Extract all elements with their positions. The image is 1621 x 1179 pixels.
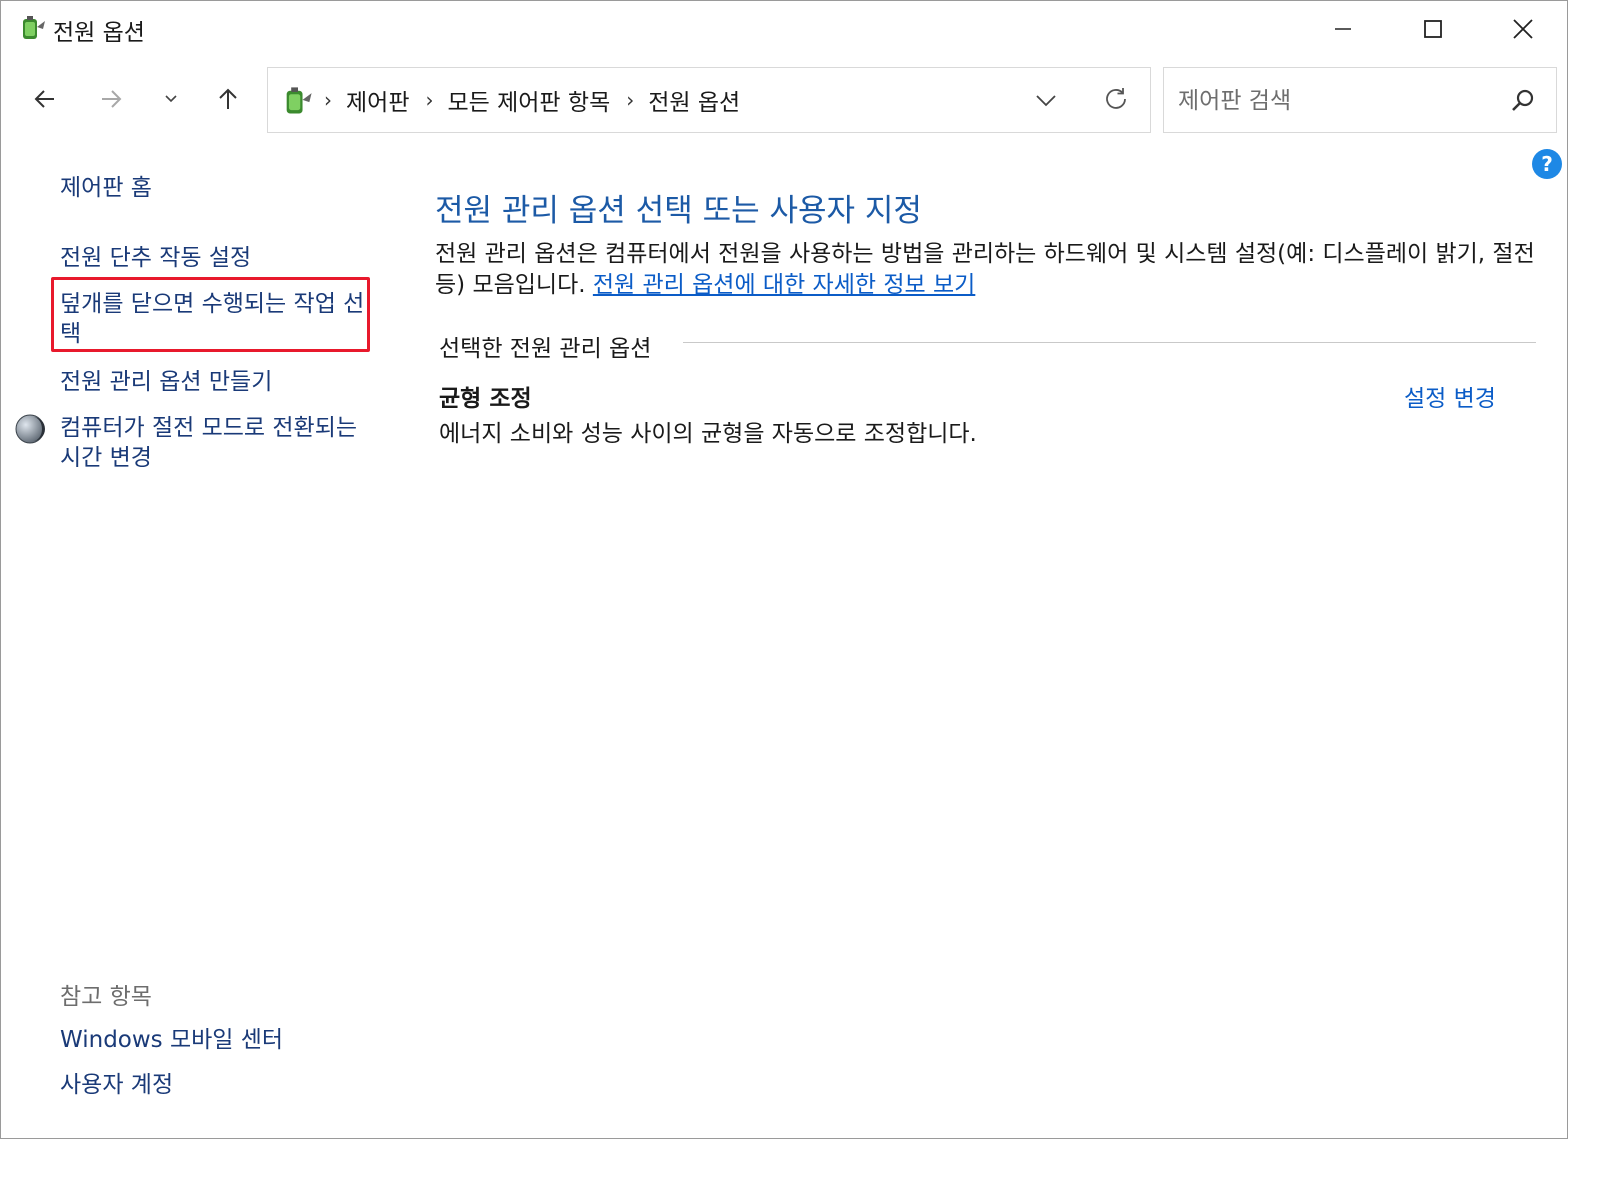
power-plan-info-link[interactable]: 전원 관리 옵션에 대한 자세한 정보 보기 <box>593 272 975 298</box>
change-plan-settings-link[interactable]: 설정 변경 <box>1404 379 1496 413</box>
breadcrumb-power-options[interactable]: 전원 옵션 <box>648 83 740 117</box>
see-also-windows-mobility-center[interactable]: Windows 모바일 센터 <box>60 1025 283 1055</box>
power-options-window: 전원 옵션 › 제어판 › 모든 제어판 항목 › 전원 옵션 제어판 검색 ?… <box>0 0 1568 1139</box>
recent-locations-button[interactable] <box>149 79 193 123</box>
arrow-right-icon <box>98 86 124 116</box>
sidebar-change-sleep-time[interactable]: 컴퓨터가 절전 모드로 전환되는 시간 변경 <box>60 413 365 473</box>
refresh-icon <box>1103 86 1129 116</box>
address-history-dropdown[interactable] <box>1028 86 1064 116</box>
window-title: 전원 옵션 <box>53 20 145 46</box>
title-bar: 전원 옵션 <box>1 1 1567 57</box>
breadcrumb-separator[interactable]: › <box>425 88 433 112</box>
breadcrumb-all-items[interactable]: 모든 제어판 항목 <box>447 83 610 117</box>
sidebar-control-panel-home[interactable]: 제어판 홈 <box>60 173 152 203</box>
up-button[interactable] <box>206 79 250 123</box>
forward-button[interactable] <box>89 79 133 123</box>
moon-icon <box>14 413 46 445</box>
highlight-box <box>51 277 370 352</box>
plan-name: 균형 조정 <box>439 386 532 412</box>
sidebar-power-button-settings[interactable]: 전원 단추 작동 설정 <box>60 243 251 273</box>
page-description: 전원 관리 옵션은 컴퓨터에서 전원을 사용하는 방법을 관리하는 하드웨어 및… <box>435 239 1547 301</box>
chevron-down-icon <box>163 91 179 111</box>
close-button[interactable] <box>1478 1 1568 57</box>
breadcrumb-separator[interactable]: › <box>626 88 634 112</box>
help-button[interactable]: ? <box>1532 149 1562 179</box>
plan-description: 에너지 소비와 성능 사이의 균형을 자동으로 조정합니다. <box>439 421 977 447</box>
page-title: 전원 관리 옵션 선택 또는 사용자 지정 <box>435 193 922 229</box>
see-also-heading: 참고 항목 <box>60 984 152 1010</box>
see-also-user-accounts[interactable]: 사용자 계정 <box>60 1070 173 1100</box>
breadcrumb: › 제어판 › 모든 제어판 항목 › 전원 옵션 <box>324 68 756 132</box>
power-options-icon <box>282 84 314 118</box>
search-box[interactable] <box>1163 67 1557 133</box>
address-bar[interactable]: › 제어판 › 모든 제어판 항목 › 전원 옵션 <box>267 67 1151 133</box>
breadcrumb-control-panel[interactable]: 제어판 <box>346 83 409 117</box>
minimize-button[interactable] <box>1298 1 1388 57</box>
power-options-icon <box>19 13 47 43</box>
sidebar-create-power-plan[interactable]: 전원 관리 옵션 만들기 <box>60 367 272 397</box>
back-button[interactable] <box>23 79 67 123</box>
selected-plan-section-label: 선택한 전원 관리 옵션 <box>439 336 652 362</box>
refresh-button[interactable] <box>1098 84 1134 118</box>
chevron-down-icon <box>1035 92 1057 111</box>
section-divider <box>683 342 1536 343</box>
arrow-left-icon <box>32 86 58 116</box>
arrow-up-icon <box>215 86 241 116</box>
breadcrumb-separator[interactable]: › <box>324 88 332 112</box>
search-input[interactable] <box>1176 82 1500 120</box>
search-icon[interactable] <box>1508 86 1538 116</box>
maximize-button[interactable] <box>1388 1 1478 57</box>
